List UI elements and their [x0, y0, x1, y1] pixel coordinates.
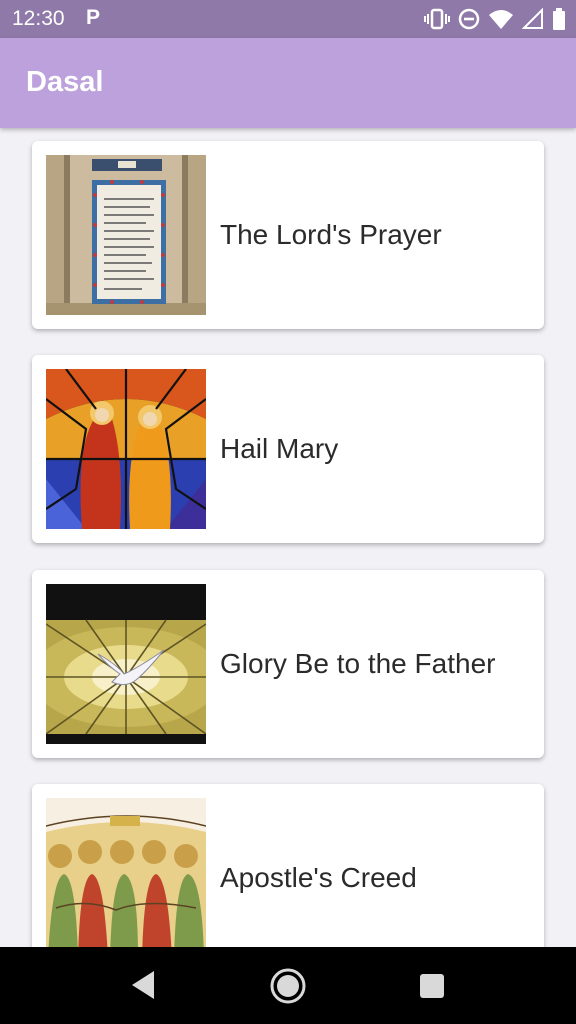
recents-icon[interactable]	[419, 973, 445, 999]
signal-icon	[522, 8, 543, 29]
glory-be-thumbnail	[46, 584, 206, 744]
prayer-title: The Lord's Prayer	[220, 219, 442, 250]
status-icons	[424, 8, 566, 30]
wifi-icon	[489, 10, 513, 29]
back-icon[interactable]	[128, 967, 158, 1003]
notification-p-icon: P	[86, 6, 101, 29]
app-bar: Dasal	[0, 38, 576, 128]
prayer-title: Apostle's Creed	[220, 862, 417, 893]
status-time: 12:30	[12, 7, 65, 30]
prayer-list[interactable]: The Lord's Prayer Hail Mary Glory Be to …	[0, 128, 576, 947]
prayer-card-hail-mary[interactable]: Hail Mary	[32, 355, 544, 543]
prayer-card-lords-prayer[interactable]: The Lord's Prayer	[32, 141, 544, 329]
lords-prayer-thumbnail	[46, 155, 206, 315]
app-title: Dasal	[26, 66, 104, 98]
prayer-card-apostles-creed[interactable]: Apostle's Creed	[32, 784, 544, 947]
home-icon[interactable]	[269, 967, 307, 1005]
do-not-disturb-icon	[458, 8, 480, 30]
prayer-title: Hail Mary	[220, 433, 339, 464]
vibrate-icon	[424, 8, 450, 30]
battery-icon	[553, 8, 565, 30]
navigation-bar	[0, 947, 576, 1024]
apostles-creed-thumbnail	[46, 798, 206, 947]
status-bar: 12:30 P	[0, 0, 576, 38]
prayer-card-glory-be[interactable]: Glory Be to the Father	[32, 570, 544, 758]
hail-mary-thumbnail	[46, 369, 206, 529]
prayer-title: Glory Be to the Father	[220, 648, 496, 679]
